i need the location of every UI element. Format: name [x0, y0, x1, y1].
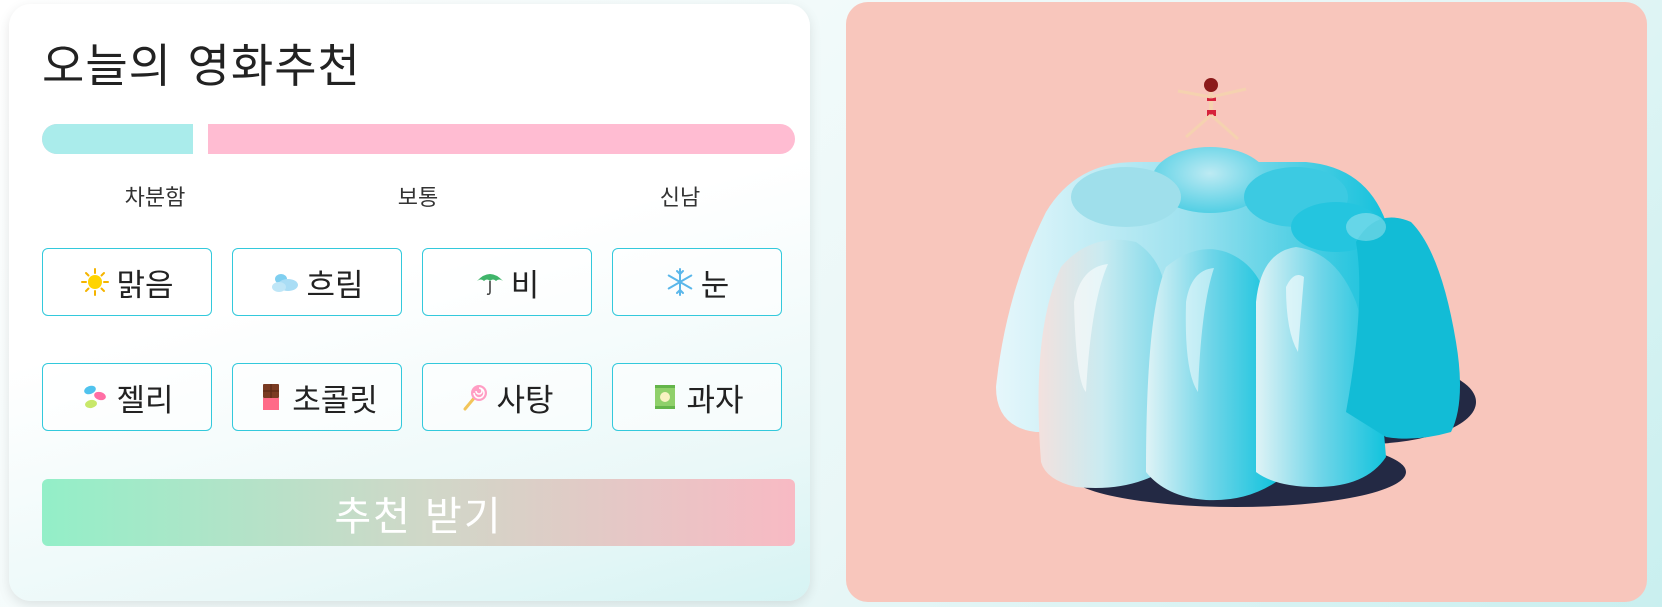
- illustration-panel: [846, 2, 1647, 602]
- mood-slider-handle[interactable]: [192, 124, 208, 154]
- weather-option-label: 흐림: [306, 267, 364, 304]
- page-title: 오늘의 영화추천: [42, 39, 361, 93]
- umbrella-icon: [475, 267, 505, 297]
- weather-option-label: 눈: [700, 267, 730, 304]
- lollipop-icon: [460, 382, 490, 412]
- cloud-icon: [270, 267, 300, 297]
- snack-option-label: 사탕: [496, 382, 554, 419]
- jelly-beans-icon: [80, 382, 110, 412]
- weather-option-label: 비: [510, 267, 540, 304]
- app-root: 오늘의 영화추천 차분함 보통 신남 맑음 흐림 비 눈 젤리 초콜릿 사탕 과…: [0, 0, 1662, 607]
- snack-option-chocolate[interactable]: 초콜릿: [232, 363, 402, 431]
- sun-icon: [80, 267, 110, 297]
- mood-label-excited: 신남: [659, 186, 701, 211]
- mood-label-normal: 보통: [397, 186, 439, 211]
- weather-option-snow[interactable]: 눈: [612, 248, 782, 316]
- snack-option-label: 과자: [686, 382, 744, 419]
- figure-graphic: [1177, 78, 1247, 141]
- weather-option-sunny[interactable]: 맑음: [42, 248, 212, 316]
- weather-option-rain[interactable]: 비: [422, 248, 592, 316]
- get-recommendation-button[interactable]: 추천 받기: [42, 479, 795, 546]
- snowflake-icon: [665, 267, 695, 297]
- snack-bag-icon: [650, 382, 680, 412]
- form-card: 오늘의 영화추천 차분함 보통 신남 맑음 흐림 비 눈 젤리 초콜릿 사탕 과…: [9, 4, 810, 601]
- snack-option-snack[interactable]: 과자: [612, 363, 782, 431]
- snack-option-jelly[interactable]: 젤리: [42, 363, 212, 431]
- chocolate-icon: [256, 382, 286, 412]
- weather-option-cloudy[interactable]: 흐림: [232, 248, 402, 316]
- snack-option-label: 초콜릿: [292, 382, 378, 419]
- snack-option-candy[interactable]: 사탕: [422, 363, 592, 431]
- snack-option-label: 젤리: [116, 382, 174, 419]
- mood-slider-fill: [42, 124, 193, 154]
- weather-option-label: 맑음: [116, 267, 174, 304]
- mood-slider[interactable]: [42, 124, 795, 154]
- mood-label-calm: 차분함: [124, 186, 186, 211]
- jelly-illustration: [996, 78, 1476, 507]
